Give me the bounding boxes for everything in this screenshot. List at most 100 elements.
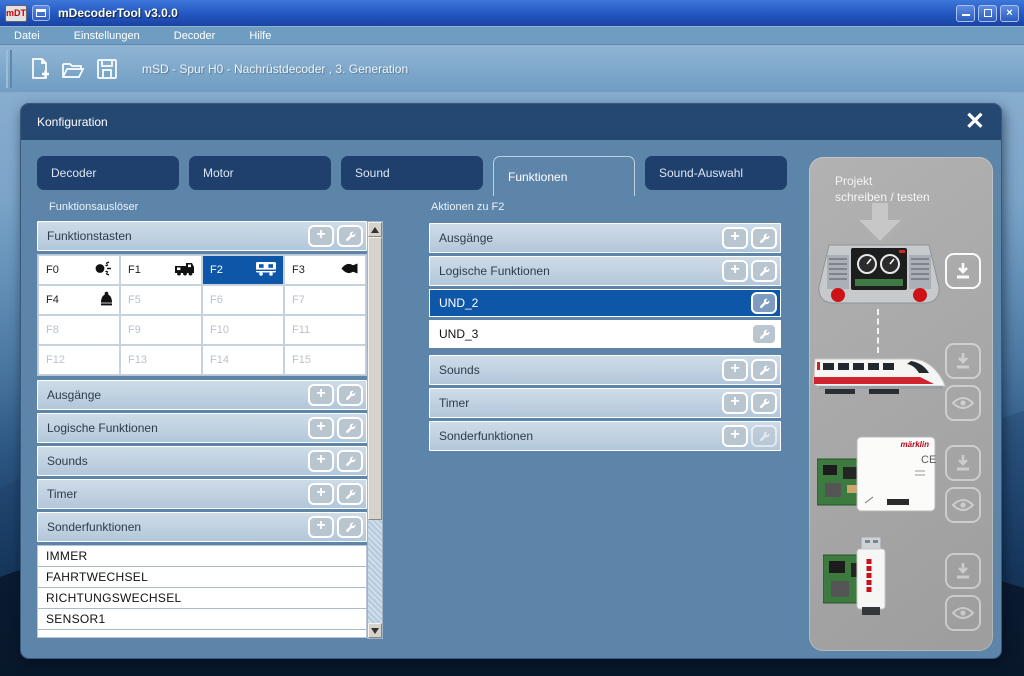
new-file-button[interactable] (22, 52, 56, 86)
plus-icon: + (730, 395, 739, 409)
write-to-programmer-button[interactable] (945, 445, 981, 481)
logische-funktionen-wrench-button[interactable] (751, 260, 777, 282)
action-category-ausg-nge[interactable]: Ausgänge+ (429, 223, 781, 253)
wrench-icon (344, 389, 357, 402)
category-ausg-nge[interactable]: Ausgänge+ (37, 380, 367, 410)
action-item-und-3[interactable]: UND_3 (429, 320, 781, 348)
action-category-sounds[interactable]: Sounds+ (429, 355, 781, 385)
und-2-wrench-button[interactable] (751, 292, 777, 314)
trigger-immer[interactable]: IMMER (38, 546, 366, 567)
scroll-down-icon (371, 628, 379, 634)
logische-funktionen-plus-button[interactable]: + (308, 417, 334, 439)
ausg-nge-plus-button[interactable]: + (722, 227, 748, 249)
function-key-f15[interactable]: F15 (284, 345, 366, 375)
category-sounds[interactable]: Sounds+ (37, 446, 367, 476)
funktionstasten-plus-button[interactable]: + (308, 225, 334, 247)
funktionstasten-wrench-button[interactable] (337, 225, 363, 247)
timer-wrench-button[interactable] (751, 392, 777, 414)
function-key-f7[interactable]: F7 (284, 285, 366, 315)
und-3-wrench-button[interactable] (751, 323, 777, 345)
ausg-nge-wrench-button[interactable] (337, 384, 363, 406)
scroll-down-button[interactable] (368, 623, 382, 638)
action-category-label: Sounds (439, 363, 719, 377)
tab-motor[interactable]: Motor (189, 156, 331, 190)
function-key-f3[interactable]: F3 (284, 255, 366, 285)
trigger-sensor1[interactable]: SENSOR1 (38, 609, 366, 630)
menu-datei[interactable]: Datei (14, 30, 40, 42)
sonderfunktionen-plus-button[interactable]: + (722, 425, 748, 447)
wrench-icon (344, 230, 357, 243)
function-key-f5[interactable]: F5 (120, 285, 202, 315)
scrollbar-track[interactable] (368, 520, 382, 623)
tab-decoder[interactable]: Decoder (37, 156, 179, 190)
plus-icon: + (316, 387, 325, 401)
wrench-icon (758, 364, 771, 377)
function-key-f9[interactable]: F9 (120, 315, 202, 345)
category-timer[interactable]: Timer+ (37, 479, 367, 509)
function-key-f1[interactable]: F1 (120, 255, 202, 285)
sounds-wrench-button[interactable] (751, 359, 777, 381)
tab-bar: Decoder Motor Sound Funktionen Sound-Auswahl (37, 156, 787, 196)
logische-funktionen-plus-button[interactable]: + (722, 260, 748, 282)
wrench-icon (758, 397, 771, 410)
download-icon (953, 453, 973, 473)
dialog-close-button[interactable]: ✕ (965, 110, 985, 134)
sounds-plus-button[interactable]: + (722, 359, 748, 381)
sonderfunktionen-plus-button[interactable]: + (308, 516, 334, 538)
funktionstasten-label: Funktionstasten (47, 229, 305, 243)
save-button[interactable] (90, 52, 124, 86)
trigger-richtungswechsel[interactable]: RICHTUNGSWECHSEL (38, 588, 366, 609)
function-key-f6[interactable]: F6 (202, 285, 284, 315)
close-button[interactable]: × (1000, 5, 1019, 22)
function-key-f13[interactable]: F13 (120, 345, 202, 375)
verify-usb-stick-button[interactable] (945, 595, 981, 631)
function-key-f10[interactable]: F10 (202, 315, 284, 345)
action-category-logische-funktionen[interactable]: Logische Funktionen+ (429, 256, 781, 286)
timer-plus-button[interactable]: + (722, 392, 748, 414)
write-to-locomotive-button[interactable] (945, 343, 981, 379)
sounds-wrench-button[interactable] (337, 450, 363, 472)
scrollbar-thumb[interactable] (368, 237, 382, 520)
function-key-f14[interactable]: F14 (202, 345, 284, 375)
scroll-up-button[interactable] (368, 222, 382, 237)
category-sonderfunktionen[interactable]: Sonderfunktionen+ (37, 512, 367, 542)
decoder-programmer-image: märklin CE (817, 433, 939, 515)
action-item-und-2[interactable]: UND_2 (429, 289, 781, 317)
logische-funktionen-wrench-button[interactable] (337, 417, 363, 439)
funktionstasten-header[interactable]: Funktionstasten+ (37, 221, 367, 251)
action-category-timer[interactable]: Timer+ (429, 388, 781, 418)
function-key-f0[interactable]: F0 (38, 255, 120, 285)
maximize-button[interactable] (978, 5, 997, 22)
ausg-nge-plus-button[interactable]: + (308, 384, 334, 406)
toolbar-grip[interactable] (6, 50, 12, 88)
tab-sound[interactable]: Sound (341, 156, 483, 190)
ausg-nge-wrench-button[interactable] (751, 227, 777, 249)
sonderfunktionen-wrench-button[interactable] (751, 425, 777, 447)
function-key-f12[interactable]: F12 (38, 345, 120, 375)
verify-programmer-button[interactable] (945, 487, 981, 523)
menu-decoder[interactable]: Decoder (174, 30, 216, 42)
function-key-f8[interactable]: F8 (38, 315, 120, 345)
function-key-f11[interactable]: F11 (284, 315, 366, 345)
function-key-f2[interactable]: F2 (202, 255, 284, 285)
open-file-button[interactable] (56, 52, 90, 86)
timer-wrench-button[interactable] (337, 483, 363, 505)
trigger-fahrtwechsel[interactable]: FAHRTWECHSEL (38, 567, 366, 588)
tab-sound-auswahl[interactable]: Sound-Auswahl (645, 156, 787, 190)
write-to-usb-stick-button[interactable] (945, 553, 981, 589)
verify-locomotive-button[interactable] (945, 385, 981, 421)
menu-einstellungen[interactable]: Einstellungen (74, 30, 140, 42)
write-to-central-station-button[interactable] (945, 253, 981, 289)
minimize-button[interactable] (956, 5, 975, 22)
function-key-f4[interactable]: F4 (38, 285, 120, 315)
action-category-sonderfunktionen[interactable]: Sonderfunktionen+ (429, 421, 781, 451)
sonderfunktionen-wrench-button[interactable] (337, 516, 363, 538)
timer-plus-button[interactable]: + (308, 483, 334, 505)
category-logische-funktionen[interactable]: Logische Funktionen+ (37, 413, 367, 443)
category-label: Sounds (47, 454, 305, 468)
sounds-plus-button[interactable]: + (308, 450, 334, 472)
menu-hilfe[interactable]: Hilfe (249, 30, 271, 42)
tab-funktionen[interactable]: Funktionen (493, 156, 635, 196)
left-panel-scrollbar[interactable] (367, 221, 383, 639)
wagon-icon (255, 261, 277, 279)
